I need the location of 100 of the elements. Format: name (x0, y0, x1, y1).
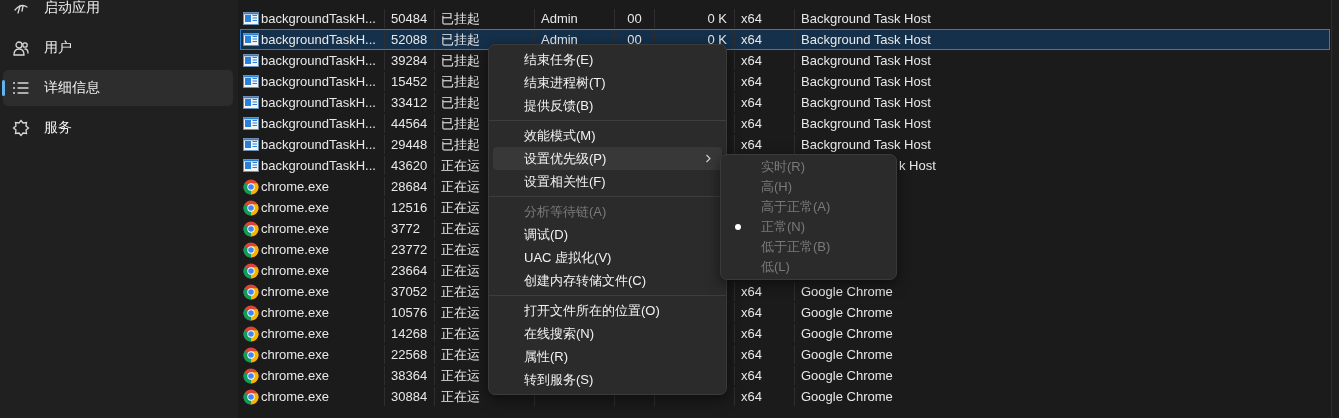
table-row[interactable]: backgroundTaskH... 50484 已挂起 Admin 00 0 K x64 Background Task Host (240, 8, 1330, 29)
process-name: chrome.exe (261, 326, 329, 341)
status-cell: 正在运 (441, 303, 480, 322)
window-icon (243, 32, 259, 47)
description-cell: Google Chrome (801, 284, 893, 299)
nav-item[interactable]: 详细信息 (3, 70, 233, 106)
status-cell: 已挂起 (441, 72, 480, 91)
chrome-icon (243, 262, 259, 279)
process-name: chrome.exe (261, 389, 329, 404)
nav-item[interactable]: 服务 (3, 110, 233, 146)
cpu-cell: 00 (627, 11, 642, 26)
process-name: backgroundTaskH... (261, 116, 376, 131)
table-row[interactable]: backgroundTaskH... 52088 已挂起 Admin 00 0 K x64 Background Task Host (240, 29, 1330, 50)
pid-cell: 28684 (391, 179, 428, 194)
window-icon (243, 74, 259, 89)
description-cell: Background Task Host (801, 11, 931, 26)
menu-item[interactable]: 属性(R) (493, 345, 722, 368)
status-cell: 正在运 (441, 177, 480, 196)
nav-item[interactable]: 启动应用 (3, 0, 233, 26)
chrome-icon (243, 241, 259, 258)
chrome-icon (243, 346, 259, 363)
description-cell: Google Chrome (801, 326, 893, 341)
arch-cell: x64 (741, 11, 762, 26)
pid-cell: 37052 (391, 284, 428, 299)
status-cell: 正在运 (441, 282, 480, 301)
process-name: backgroundTaskH... (261, 137, 376, 152)
arch-cell: x64 (741, 368, 762, 383)
window-icon (243, 116, 259, 131)
memory-cell: 0 K (707, 32, 727, 47)
pid-cell: 14268 (391, 326, 428, 341)
process-name: chrome.exe (261, 368, 329, 383)
window-icon (243, 53, 259, 68)
window-icon (243, 137, 259, 152)
process-name: backgroundTaskH... (261, 32, 376, 47)
description-cell: Background Task Host (801, 53, 931, 68)
pid-cell: 38364 (391, 368, 428, 383)
arch-cell: x64 (741, 284, 762, 299)
chrome-icon (243, 388, 259, 405)
menu-item[interactable]: 调试(D) (493, 223, 722, 246)
pid-cell: 10576 (391, 305, 428, 320)
menu-item[interactable]: 设置优先级(P) (493, 147, 722, 170)
menu-item[interactable]: 结束任务(E) (493, 48, 722, 71)
description-cell: Google Chrome (801, 368, 893, 383)
process-name: chrome.exe (261, 242, 329, 257)
chrome-icon (243, 178, 259, 195)
description-cell: Background Task Host (801, 137, 931, 152)
menu-item[interactable]: UAC 虚拟化(V) (493, 246, 722, 269)
chrome-icon (243, 325, 259, 342)
status-cell: 正在运 (441, 345, 480, 364)
arch-cell: x64 (741, 389, 762, 404)
status-cell: 已挂起 (441, 9, 480, 28)
process-name: chrome.exe (261, 305, 329, 320)
description-cell: Google Chrome (801, 389, 893, 404)
pid-cell: 44564 (391, 116, 428, 131)
process-name: chrome.exe (261, 200, 329, 215)
arch-cell: x64 (741, 116, 762, 131)
pid-cell: 39284 (391, 53, 428, 68)
status-cell: 正在运 (441, 324, 480, 343)
pid-cell: 3772 (391, 221, 420, 236)
arch-cell: x64 (741, 137, 762, 152)
pid-cell: 52088 (391, 32, 428, 47)
process-name: backgroundTaskH... (261, 74, 376, 89)
pid-cell: 29448 (391, 137, 428, 152)
chrome-icon (243, 367, 259, 384)
description-cell: Background Task Host (801, 95, 931, 110)
arch-cell: x64 (741, 326, 762, 341)
pid-cell: 50484 (391, 11, 428, 26)
pid-cell: 15452 (391, 74, 428, 89)
arch-cell: x64 (741, 53, 762, 68)
description-cell: Background Task Host (801, 116, 931, 131)
status-cell: 正在运 (441, 366, 480, 385)
menu-item[interactable]: 在线搜索(N) (493, 322, 722, 345)
menu-item[interactable]: 结束进程树(T) (493, 71, 722, 94)
pid-cell: 22568 (391, 347, 428, 362)
status-cell: 已挂起 (441, 51, 480, 70)
menu-item[interactable]: 打开文件所在的位置(O) (493, 299, 722, 322)
pid-cell: 30884 (391, 389, 428, 404)
pid-cell: 43620 (391, 158, 428, 173)
users-icon (12, 39, 30, 57)
description-cell: k Host (899, 158, 936, 173)
menu-item[interactable]: 设置相关性(F) (493, 170, 722, 193)
user-cell: Admin (541, 11, 578, 26)
status-cell: 正在运 (441, 387, 480, 406)
arch-cell: x64 (741, 74, 762, 89)
status-cell: 正在运 (441, 240, 480, 259)
process-name: chrome.exe (261, 179, 329, 194)
arch-cell: x64 (741, 32, 762, 47)
pid-cell: 23772 (391, 242, 428, 257)
status-cell: 正在运 (441, 156, 480, 175)
process-name: backgroundTaskH... (261, 53, 376, 68)
status-cell: 已挂起 (441, 114, 480, 133)
window-icon (243, 95, 259, 110)
status-cell: 已挂起 (441, 30, 480, 49)
window-icon (243, 158, 259, 173)
chrome-icon (243, 220, 259, 237)
nav-item[interactable]: 用户 (3, 30, 233, 66)
status-cell: 已挂起 (441, 135, 480, 154)
user-cell: Admin (541, 32, 578, 47)
process-name: backgroundTaskH... (261, 158, 376, 173)
process-name: backgroundTaskH... (261, 11, 376, 26)
